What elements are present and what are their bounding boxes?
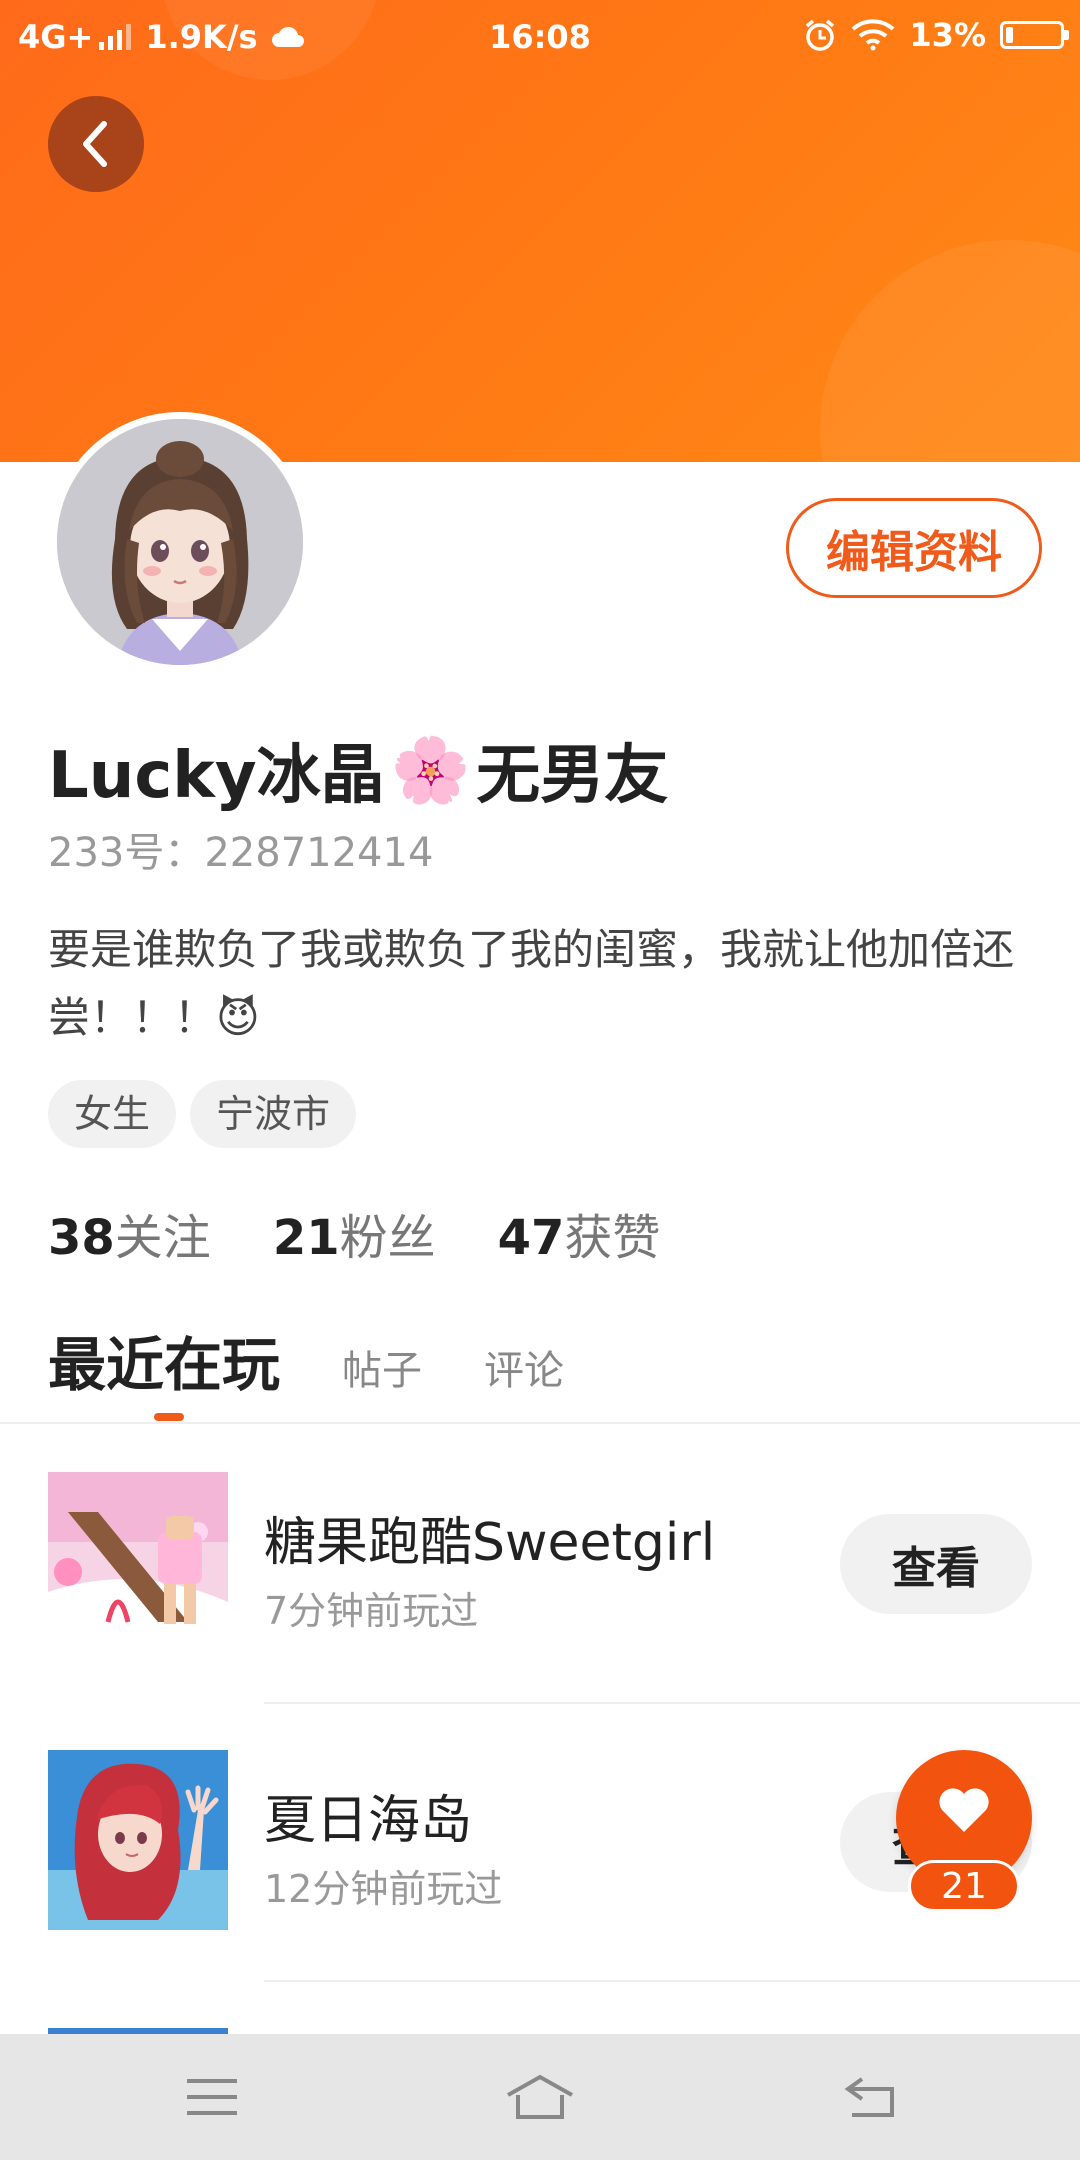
status-right: 13% — [803, 16, 1069, 54]
game-thumbnail — [48, 1472, 228, 1652]
game-thumbnail — [48, 1750, 228, 1930]
list-item[interactable]: 糖果跑酷Sweetgirl 7分钟前玩过 查看 — [0, 1472, 1080, 1742]
home-button[interactable] — [500, 2064, 580, 2130]
menu-icon — [187, 2079, 237, 2115]
stat-following[interactable]: 38关注 — [48, 1198, 211, 1268]
edit-profile-button[interactable]: 编辑资料 — [786, 498, 1042, 598]
stat-followers[interactable]: 21粉丝 — [273, 1198, 436, 1268]
user-id: 233号：228712414 — [48, 830, 434, 876]
bio: 要是谁欺负了我或欺负了我的闺蜜，我就让他加倍还尝！！！😈 — [48, 925, 1015, 1042]
avatar-image — [57, 419, 303, 665]
back-icon — [844, 2077, 894, 2117]
username: Lucky冰晶 🌸 无男友 — [48, 724, 668, 816]
profile-page: 4G+ 1.9K/s 16:08 13% 编辑资料 Lucky冰晶 🌸 无男友 … — [0, 0, 1080, 2160]
battery-fill — [1006, 27, 1013, 43]
tab-posts[interactable]: 帖子 — [342, 1338, 422, 1402]
row-divider — [264, 1980, 1080, 1982]
game-time: 7分钟前玩过 — [264, 1589, 479, 1633]
battery-icon — [1000, 21, 1069, 49]
row-divider — [264, 1702, 1080, 1704]
status-bar: 4G+ 1.9K/s 16:08 13% — [0, 0, 1080, 76]
stat-following-label: 关注 — [114, 1210, 211, 1266]
game-title: 糖果跑酷Sweetgirl — [264, 1513, 716, 1573]
tag-city: 宁波市 — [190, 1080, 357, 1148]
tag-gender: 女生 — [48, 1080, 177, 1148]
chevron-left-icon — [83, 121, 107, 167]
tab-comments[interactable]: 评论 — [484, 1338, 564, 1402]
home-icon — [507, 2074, 573, 2119]
tab-recent-play[interactable]: 最近在玩 — [48, 1318, 280, 1402]
stats-row: 38关注 21粉丝 47获赞 — [48, 1198, 660, 1268]
avatar[interactable] — [50, 412, 310, 672]
menu-button[interactable] — [172, 2064, 252, 2130]
stat-followers-label: 粉丝 — [339, 1210, 436, 1266]
tabs-divider — [0, 1422, 1080, 1424]
username-text: Lucky冰晶 — [48, 739, 385, 813]
view-button[interactable]: 查看 — [840, 1514, 1032, 1614]
tab-bar: 最近在玩 帖子 评论 — [48, 1318, 626, 1402]
stat-followers-count: 21 — [272, 1210, 340, 1266]
game-title: 夏日海岛 — [264, 1791, 473, 1851]
alarm-icon — [806, 19, 835, 51]
heart-icon — [939, 1788, 989, 1832]
back-button[interactable] — [48, 96, 144, 192]
system-nav-bar — [0, 2034, 1080, 2160]
like-count: 21 — [908, 1860, 1020, 1912]
wifi-icon — [852, 19, 895, 51]
stat-likes-count: 47 — [497, 1210, 565, 1266]
username-suffix: 无男友 — [476, 739, 669, 813]
tab-indicator — [154, 1413, 184, 1421]
game-time: 12分钟前玩过 — [264, 1867, 503, 1911]
stat-likes[interactable]: 47获赞 — [498, 1198, 661, 1268]
battery-percent: 13% — [909, 16, 986, 54]
back-nav-button[interactable] — [830, 2064, 910, 2130]
cherry-blossom-emoji: 🌸 — [390, 733, 471, 808]
stat-likes-label: 获赞 — [564, 1210, 661, 1266]
tag-list: 女生 宁波市 — [48, 1080, 357, 1148]
stat-following-count: 38 — [48, 1210, 115, 1266]
